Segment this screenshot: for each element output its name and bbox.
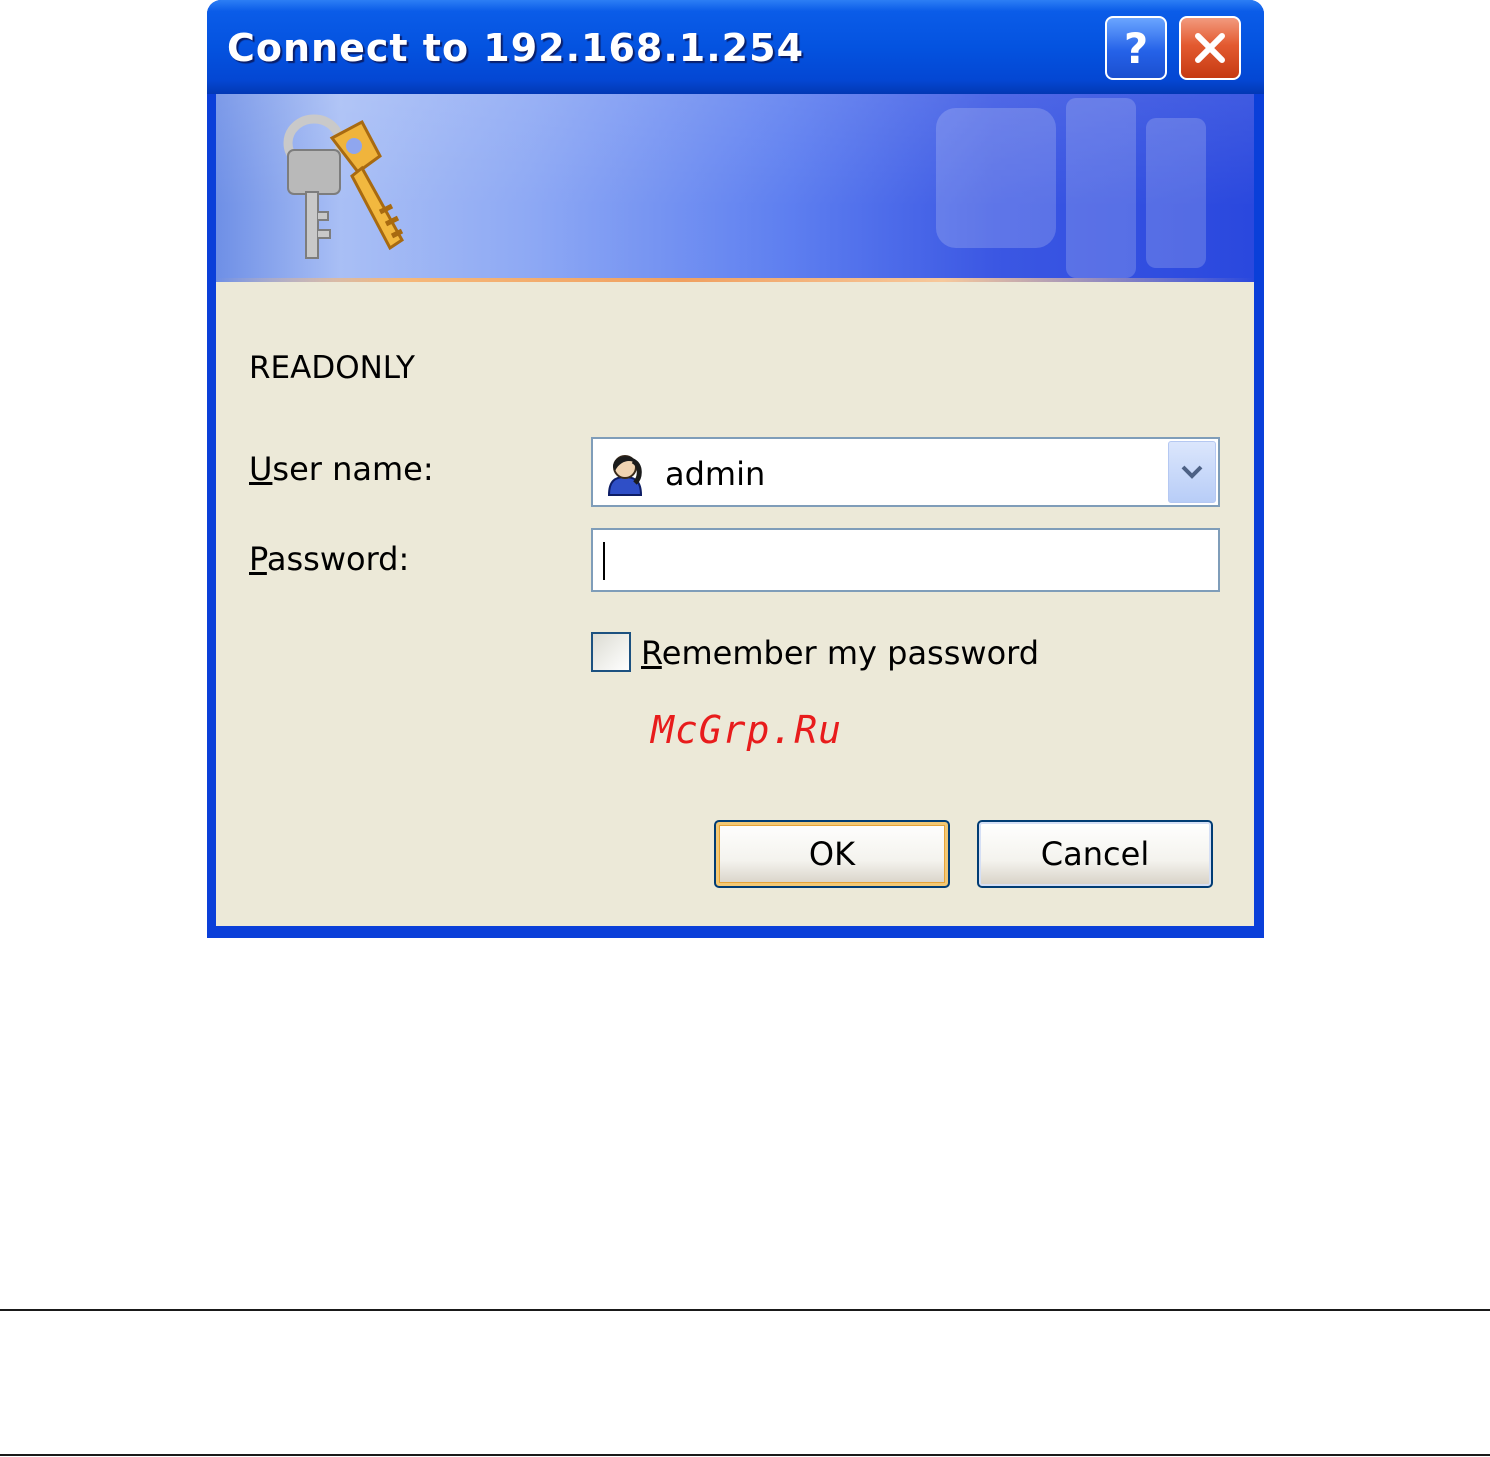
divider <box>0 1309 1490 1311</box>
help-button[interactable]: ? <box>1105 16 1167 80</box>
dialog-banner <box>216 94 1254 282</box>
password-field[interactable] <box>591 528 1220 592</box>
username-combobox[interactable]: admin <box>591 437 1220 507</box>
close-button[interactable] <box>1179 16 1241 80</box>
divider <box>0 1454 1490 1456</box>
chevron-down-icon <box>1181 465 1203 479</box>
dialog-titlebar[interactable]: Connect to 192.168.1.254 ? <box>207 0 1264 94</box>
dialog-title: Connect to 192.168.1.254 <box>227 26 805 70</box>
ok-button[interactable]: OK <box>714 820 950 888</box>
username-value: admin <box>665 455 766 493</box>
help-icon: ? <box>1123 23 1149 73</box>
username-dropdown-button[interactable] <box>1168 441 1216 503</box>
remember-password-checkbox[interactable] <box>591 632 631 672</box>
user-icon <box>607 455 643 496</box>
password-label: Password: <box>249 540 410 578</box>
dialog-body: READONLY User name: admin Password: Reme… <box>216 94 1254 926</box>
keys-watermark-icon <box>936 98 1206 278</box>
close-icon <box>1195 33 1225 63</box>
login-dialog: Connect to 192.168.1.254 ? READONLY User… <box>207 0 1264 938</box>
keys-icon <box>283 114 404 259</box>
remember-password-label[interactable]: Remember my password <box>641 634 1039 672</box>
realm-text: READONLY <box>249 350 415 386</box>
watermark-text: McGrp.Ru <box>651 708 843 752</box>
cancel-button[interactable]: Cancel <box>977 820 1213 888</box>
username-label: User name: <box>249 450 434 488</box>
text-caret <box>603 542 605 580</box>
